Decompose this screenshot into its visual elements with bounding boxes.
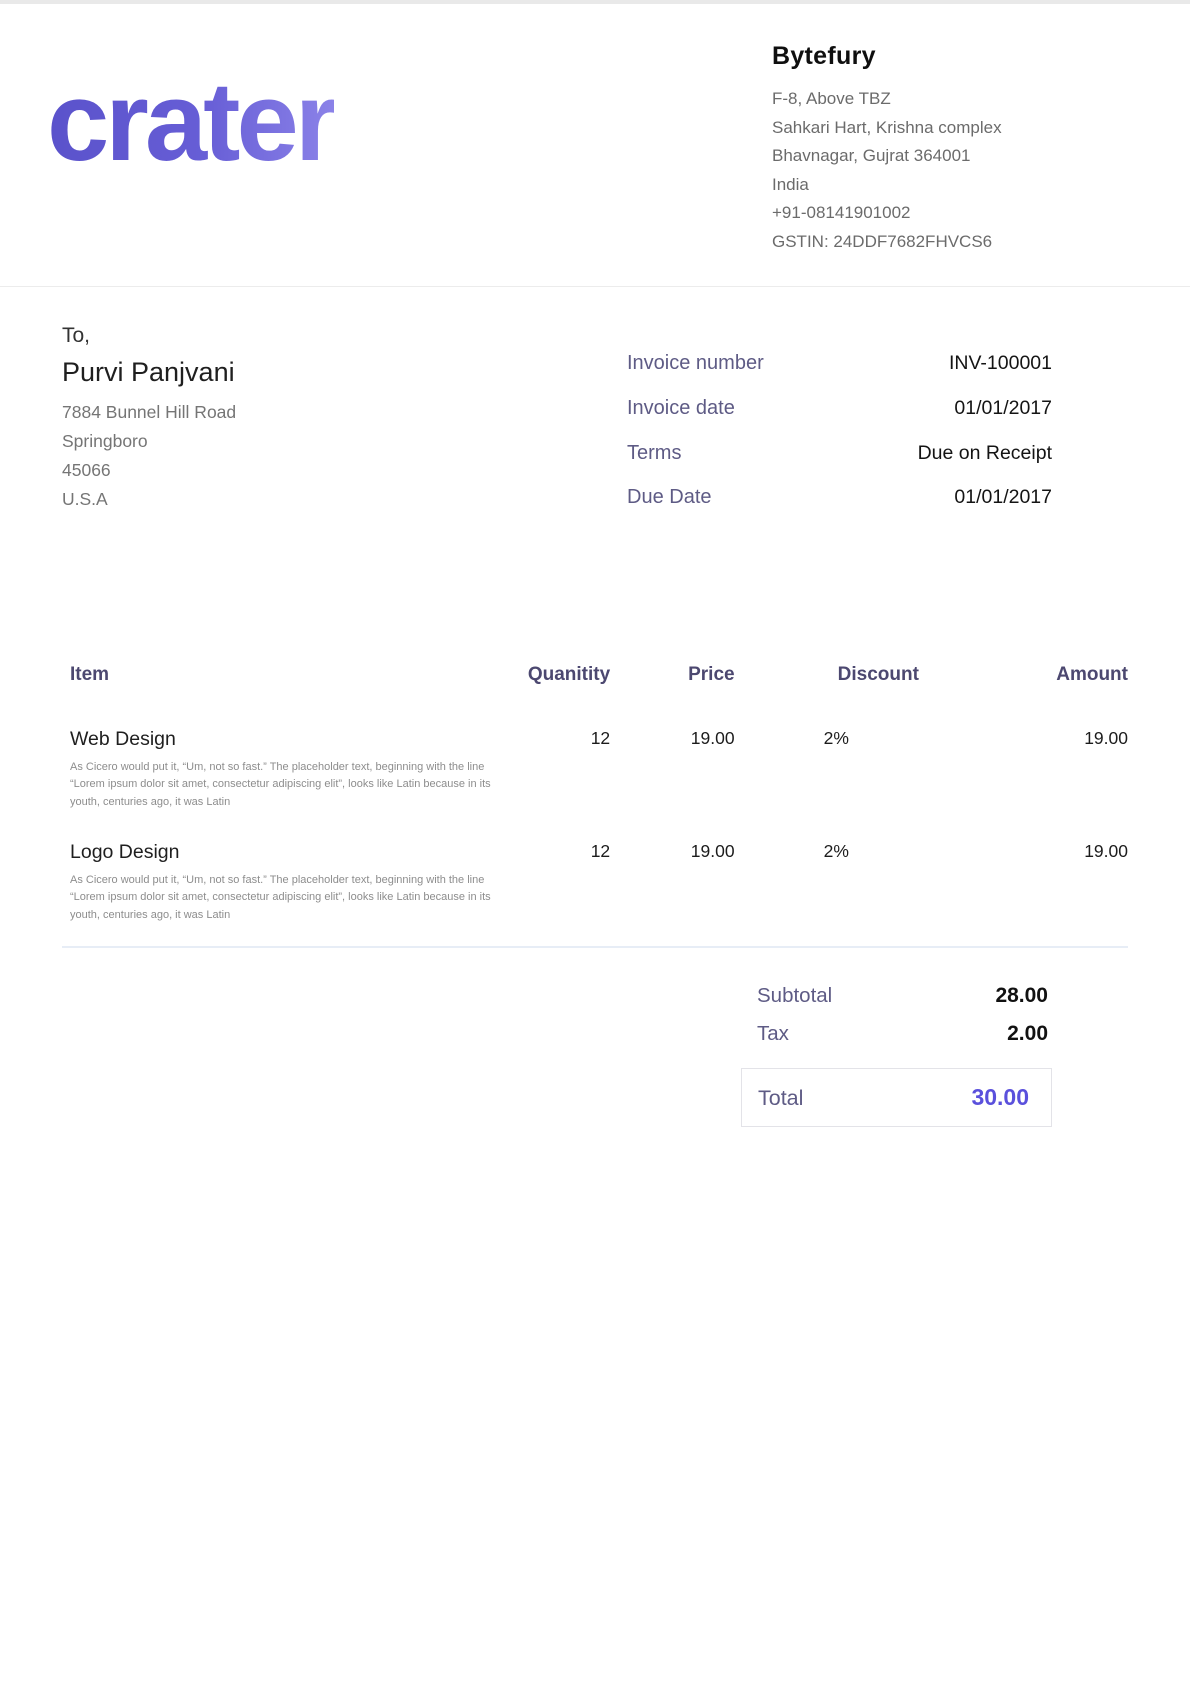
invoice-page: crater Bytefury F-8, Above TBZ Sahkari H… — [0, 0, 1190, 1684]
items-header-row: Item Quanitity Price Discount Amount — [62, 664, 1128, 698]
column-header-price: Price — [610, 664, 734, 698]
column-header-amount: Amount — [919, 664, 1128, 698]
due-date-label: Due Date — [627, 483, 764, 511]
column-header-quantity: Quanitity — [500, 664, 610, 698]
company-gstin: GSTIN: 24DDF7682FHVCS6 — [772, 228, 1062, 257]
invoice-number-value: INV-100001 — [764, 350, 1052, 377]
tax-row: Tax 2.00 — [757, 1022, 1128, 1046]
item-price: 19.00 — [610, 811, 734, 924]
item-name: Web Design — [70, 728, 500, 751]
invoice-body: To, Purvi Panjvani 7884 Bunnel Hill Road… — [0, 321, 1190, 1127]
invoice-number-label: Invoice number — [627, 349, 764, 377]
item-description: As Cicero would put it, “Um, not so fast… — [70, 872, 495, 924]
total-label: Total — [758, 1086, 803, 1111]
to-label: To, — [62, 321, 236, 351]
recipient-address-line: U.S.A — [62, 485, 236, 514]
subtotal-value: 28.00 — [995, 984, 1048, 1008]
terms-value: Due on Receipt — [764, 440, 1052, 467]
company-address-line: Bhavnagar, Gujrat 364001 — [772, 142, 1062, 171]
tax-value: 2.00 — [1007, 1022, 1048, 1046]
invoice-date-label: Invoice date — [627, 394, 764, 422]
company-block: Bytefury F-8, Above TBZ Sahkari Hart, Kr… — [772, 38, 1062, 256]
company-name: Bytefury — [772, 42, 1062, 71]
items-divider — [62, 946, 1128, 948]
item-amount: 19.00 — [919, 811, 1128, 924]
item-quantity: 12 — [500, 811, 610, 924]
invoice-date-value: 01/01/2017 — [764, 395, 1052, 422]
item-cell: Web Design As Cicero would put it, “Um, … — [62, 698, 500, 811]
table-row: Logo Design As Cicero would put it, “Um,… — [62, 811, 1128, 924]
item-cell: Logo Design As Cicero would put it, “Um,… — [62, 811, 500, 924]
subtotal-row: Subtotal 28.00 — [757, 984, 1128, 1008]
invoice-meta-block: Invoice number INV-100001 Invoice date 0… — [627, 349, 1052, 514]
table-row: Web Design As Cicero would put it, “Um, … — [62, 698, 1128, 811]
invoice-header: crater Bytefury F-8, Above TBZ Sahkari H… — [0, 4, 1190, 287]
recipient-name: Purvi Panjvani — [62, 357, 236, 388]
recipient-and-meta-row: To, Purvi Panjvani 7884 Bunnel Hill Road… — [62, 321, 1128, 514]
totals-block: Subtotal 28.00 Tax 2.00 Total 30.00 — [757, 984, 1128, 1127]
item-discount: 2% — [735, 698, 919, 811]
due-date-value: 01/01/2017 — [764, 484, 1052, 511]
total-box: Total 30.00 — [741, 1068, 1052, 1127]
item-name: Logo Design — [70, 841, 500, 864]
column-header-discount: Discount — [735, 664, 919, 698]
recipient-address-line: Springboro — [62, 427, 236, 456]
bill-to-block: To, Purvi Panjvani 7884 Bunnel Hill Road… — [62, 321, 236, 514]
tax-label: Tax — [757, 1022, 789, 1046]
item-description: As Cicero would put it, “Um, not so fast… — [70, 759, 495, 811]
items-table: Item Quanitity Price Discount Amount Web… — [62, 664, 1128, 924]
total-value: 30.00 — [971, 1084, 1029, 1111]
item-discount: 2% — [735, 811, 919, 924]
item-quantity: 12 — [500, 698, 610, 811]
company-address-line: Sahkari Hart, Krishna complex — [772, 114, 1062, 143]
company-address-line: F-8, Above TBZ — [772, 85, 1062, 114]
terms-label: Terms — [627, 439, 764, 467]
recipient-address-line: 7884 Bunnel Hill Road — [62, 398, 236, 427]
recipient-address-line: 45066 — [62, 456, 236, 485]
crater-logo: crater — [47, 66, 334, 178]
company-address-line: India — [772, 171, 1062, 200]
column-header-item: Item — [62, 664, 500, 698]
subtotal-label: Subtotal — [757, 984, 832, 1008]
company-phone: +91-08141901002 — [772, 199, 1062, 228]
item-price: 19.00 — [610, 698, 734, 811]
item-amount: 19.00 — [919, 698, 1128, 811]
